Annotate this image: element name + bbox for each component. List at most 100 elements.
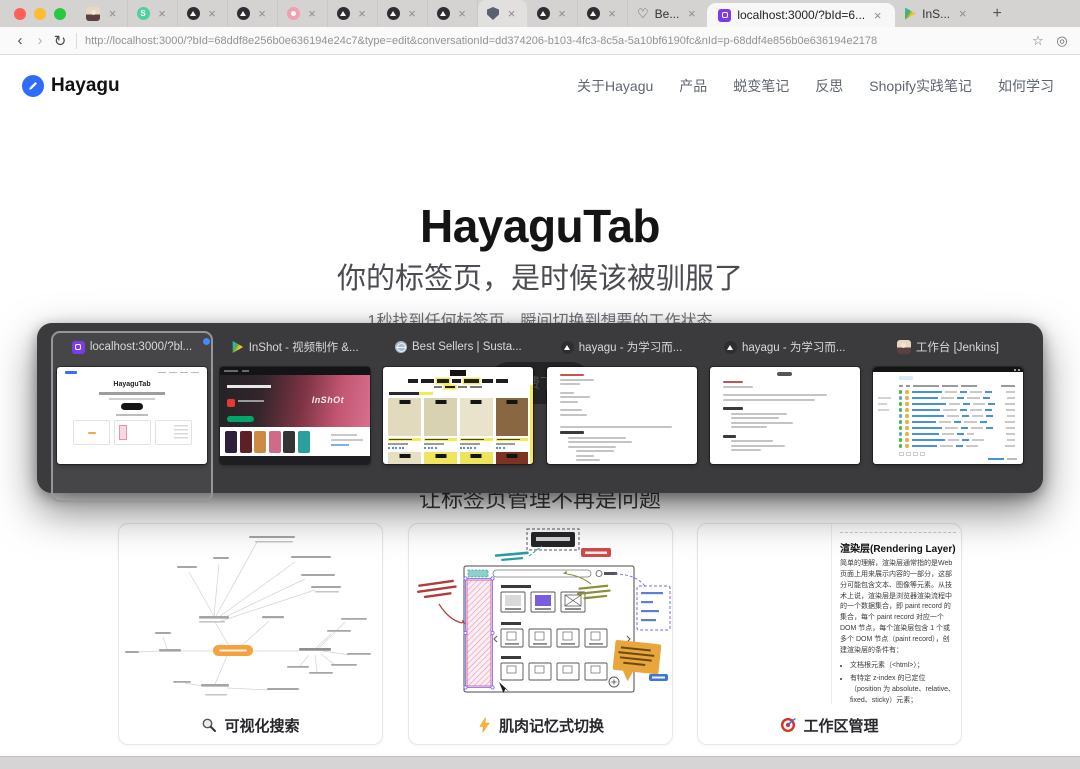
close-tab-icon[interactable]: × [685, 7, 698, 20]
reload-button[interactable]: ↻ [50, 32, 70, 50]
dart-target-icon [781, 717, 797, 732]
nav-shopify[interactable]: Shopify实践笔记 [869, 76, 972, 96]
switcher-item-title: hayagu - 为学习而... [578, 342, 683, 354]
close-tab-icon[interactable]: × [956, 7, 969, 20]
note-panel: 渲染层(Rendering Layer) 简单的理解，渲染层通常指的是Web页面… [831, 524, 961, 704]
hero-title: HayaguTab [419, 200, 661, 252]
thumbnail-hayagu-note-1 [546, 367, 697, 464]
close-tab-icon[interactable]: × [456, 7, 469, 20]
address-bar[interactable]: http://localhost:3000/?bId=68ddf8e256b0e… [85, 35, 1026, 47]
vercel-triangle-icon [436, 7, 450, 20]
zoom-window-button[interactable] [54, 7, 66, 20]
divider [76, 32, 77, 49]
switcher-item-title: 工作台 [Jenkins] [915, 342, 999, 354]
window-bottom-strip [0, 756, 1080, 769]
thumbnail-inshot: InShOt [220, 367, 371, 464]
pinned-tab-vercel-4[interactable]: × [378, 0, 428, 27]
new-tab-button[interactable]: + [978, 0, 1016, 27]
tab-localhost-active[interactable]: localhost:3000/?bId=6... × [707, 3, 896, 27]
note-screenshot: 渲染层(Rendering Layer) 简单的理解，渲染层通常指的是Web页面… [698, 524, 961, 704]
pinned-tab-pink[interactable]: × [278, 0, 328, 27]
switcher-item-localhost[interactable]: localhost:3000/?bl... HayaguTab [51, 331, 213, 502]
close-tab-icon[interactable]: × [556, 7, 569, 20]
switcher-item-best-sellers[interactable]: Best Sellers | Susta... [383, 339, 534, 493]
pink-app-icon [286, 7, 300, 20]
feature-card-muscle-memory: 肌肉记忆式切换 [408, 523, 673, 745]
thumbnail-hayagu-note-2 [709, 367, 860, 464]
nav-notes[interactable]: 蜕变笔记 [733, 76, 789, 96]
play-triangle-icon [232, 341, 244, 353]
pinned-tab-vercel-5[interactable]: × [428, 0, 478, 27]
note-bullet: 有特定 z-index 的已定位（position 为 absolute、rel… [850, 674, 956, 704]
main-nav: 关于Hayagu 产品 蜕变笔记 反思 Shopify实践笔记 如何学习 [577, 76, 1054, 96]
tab-inshot[interactable]: InS... × [895, 0, 978, 27]
tab-best-sellers[interactable]: Be... × [628, 0, 707, 27]
purple-app-icon [71, 340, 85, 354]
pinned-tab-vercel-1[interactable]: × [178, 0, 228, 27]
pinned-tab-vercel-2[interactable]: × [228, 0, 278, 27]
card-footer: 肌肉记忆式切换 [409, 704, 672, 744]
vercel-triangle-icon [386, 7, 400, 20]
nav-product[interactable]: 产品 [679, 76, 707, 96]
pinned-tab-shield[interactable]: × [478, 0, 528, 27]
nav-learn[interactable]: 如何学习 [998, 76, 1054, 96]
card-footer: 可视化搜索 [119, 704, 382, 744]
nav-reflect[interactable]: 反思 [815, 76, 843, 96]
minimize-window-button[interactable] [34, 7, 46, 20]
switcher-item-title: InShot - 视频制作 &... [248, 342, 359, 354]
feature-card-workspace: 渲染层(Rendering Layer) 简单的理解，渲染层通常指的是Web页面… [697, 523, 962, 745]
switcher-items: localhost:3000/?bl... HayaguTab InShot -… [37, 323, 1043, 502]
close-tab-icon[interactable]: × [356, 7, 369, 20]
magnifier-icon [203, 718, 217, 732]
switcher-item-title: Best Sellers | Susta... [412, 341, 522, 353]
jenkins-avatar-icon [896, 340, 911, 354]
vercel-triangle-icon [536, 7, 550, 20]
switcher-item-hayagu-2[interactable]: hayagu - 为学习而... [709, 339, 860, 493]
pinned-tab-s[interactable]: × [128, 0, 178, 27]
back-button[interactable]: ‹ [10, 32, 30, 49]
green-s-icon [136, 7, 150, 20]
vercel-triangle-icon [723, 340, 737, 354]
note-bullets: 文档根元素（<html>）； 有特定 z-index 的已定位（position… [850, 661, 956, 704]
browser-window: × × × × × × × × × × × Be... × localhost:… [0, 0, 1080, 769]
close-tab-icon[interactable]: × [256, 7, 269, 20]
vercel-triangle-icon [186, 7, 200, 20]
close-tab-icon[interactable]: × [505, 7, 518, 20]
tab-bar: × × × × × × × × × × × Be... × localhost:… [0, 0, 1080, 27]
close-tab-icon[interactable]: × [306, 7, 319, 20]
switcher-item-jenkins[interactable]: 工作台 [Jenkins] [872, 339, 1023, 493]
extension-target-icon[interactable]: ◎ [1050, 33, 1074, 49]
mini-inshot-word: InShOt [311, 395, 345, 405]
pinned-tab-vercel-3[interactable]: × [328, 0, 378, 27]
tab-label: localhost:3000/?bId=6... [737, 8, 866, 22]
blank-canvas [698, 524, 831, 704]
bookmark-star-icon[interactable]: ☆ [1026, 33, 1050, 49]
pinned-tab-vercel-6[interactable]: × [528, 0, 578, 27]
pencil-logo-icon [22, 75, 44, 97]
pinned-tab-vercel-7[interactable]: × [578, 0, 628, 27]
nav-about[interactable]: 关于Hayagu [577, 76, 653, 96]
close-tab-icon[interactable]: × [606, 7, 619, 20]
pinned-tab-jenkins[interactable]: × [78, 0, 128, 27]
close-window-button[interactable] [14, 7, 26, 20]
close-tab-icon[interactable]: × [871, 9, 884, 22]
card-footer: 工作区管理 [698, 704, 961, 744]
mini-install-button [227, 416, 255, 422]
switcher-item-inshot[interactable]: InShot - 视频制作 &... InShOt [220, 339, 371, 493]
jenkins-avatar-icon [86, 6, 100, 21]
switcher-item-hayagu-1[interactable]: hayagu - 为学习而... [546, 339, 697, 493]
close-tab-icon[interactable]: × [206, 7, 219, 20]
vercel-triangle-icon [236, 7, 250, 20]
play-triangle-icon [905, 7, 916, 20]
close-tab-icon[interactable]: × [106, 7, 119, 20]
close-tab-icon[interactable]: × [406, 7, 419, 20]
close-tab-icon[interactable]: × [156, 7, 169, 20]
brand-logo[interactable]: Hayagu [22, 75, 120, 97]
traffic-lights [0, 0, 78, 27]
heart-icon [637, 7, 649, 20]
forward-button[interactable]: › [30, 32, 50, 49]
note-heading: 渲染层(Rendering Layer) [840, 532, 956, 555]
site-header: Hayagu 关于Hayagu 产品 蜕变笔记 反思 Shopify实践笔记 如… [0, 63, 1080, 109]
active-tab-dot [203, 338, 210, 345]
switcher-item-title: hayagu - 为学习而... [741, 342, 846, 354]
